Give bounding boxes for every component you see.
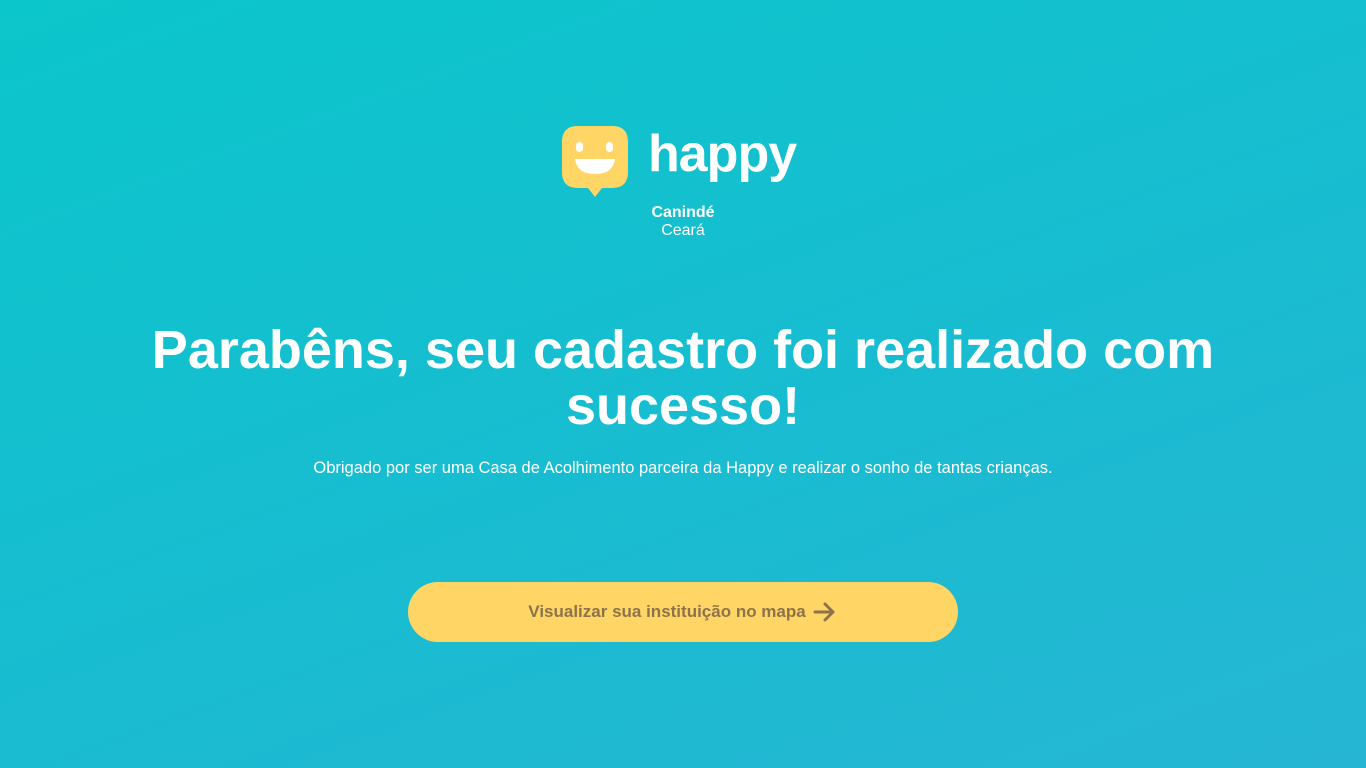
smiley-chat-icon: [562, 126, 628, 197]
brand-state: Ceará: [661, 222, 705, 239]
brand-city: Canindé: [651, 204, 715, 221]
view-institution-on-map-button[interactable]: Visualizar sua instituição no mapa: [408, 582, 958, 642]
arrow-right-icon: [813, 602, 835, 622]
page-subtitle: Obrigado por ser uma Casa de Acolhimento…: [313, 459, 1053, 477]
cta-label: Visualizar sua instituição no mapa: [528, 602, 806, 621]
happy-logo: happy Canindé Ceará: [562, 124, 812, 244]
brand-name: happy: [648, 125, 797, 183]
page-title: Parabêns, seu cadastro foi realizado com…: [151, 320, 1215, 436]
